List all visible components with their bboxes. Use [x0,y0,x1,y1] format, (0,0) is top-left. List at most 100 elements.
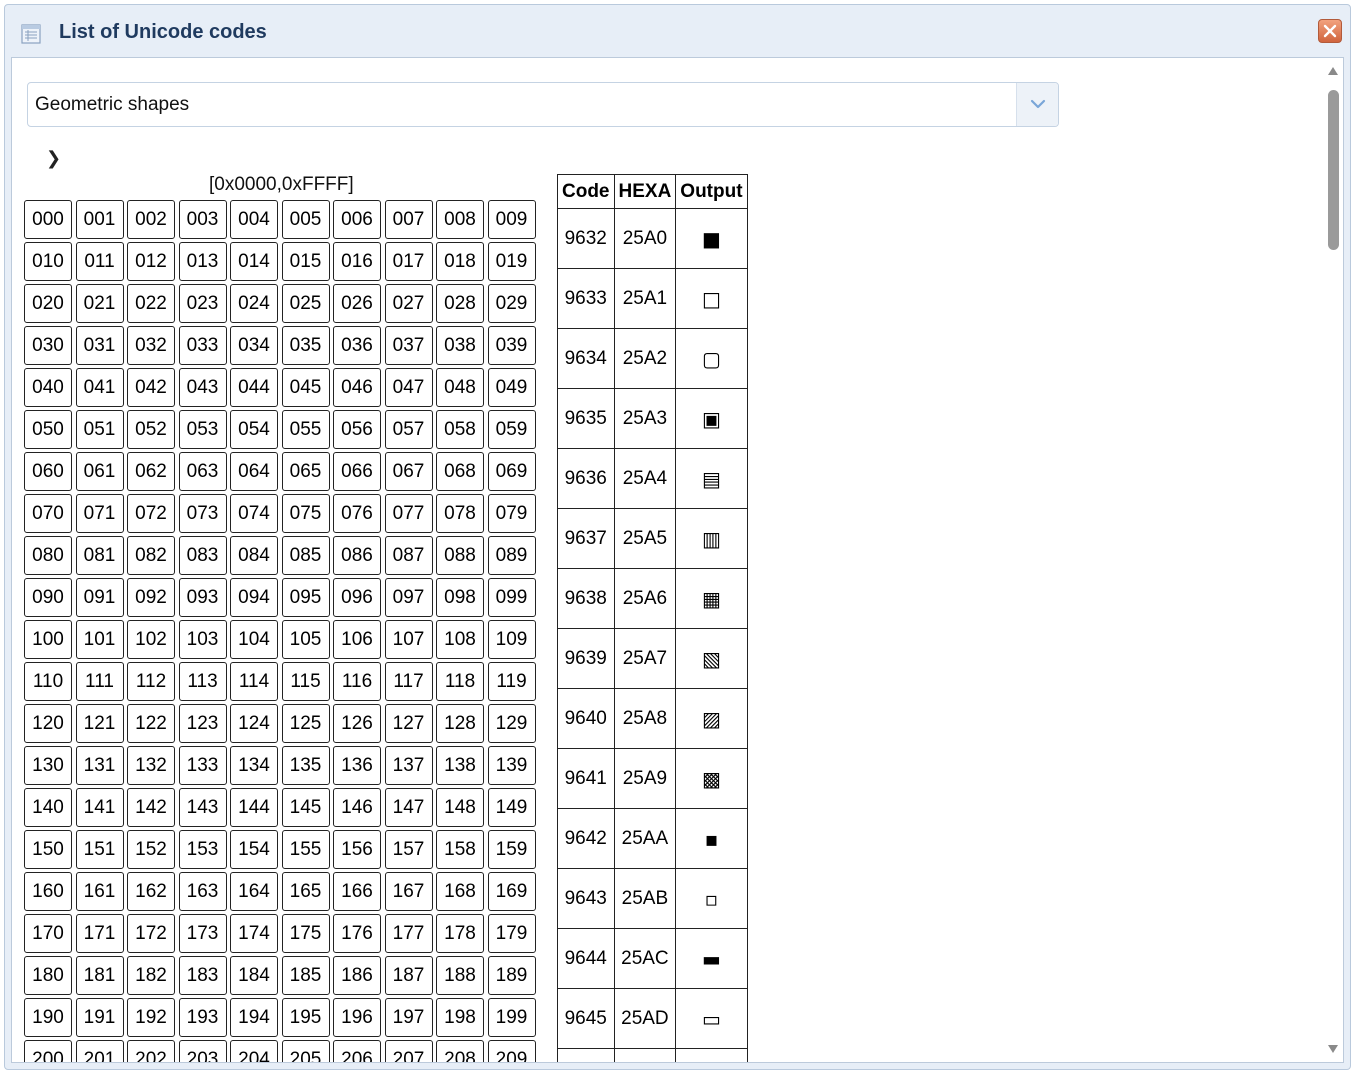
code-block-button[interactable]: 045 [281,368,330,407]
code-block-button[interactable]: 201 [75,1040,124,1062]
code-block-button[interactable]: 005 [281,200,330,239]
code-block-button[interactable]: 068 [436,452,484,491]
code-block-button[interactable]: 077 [384,494,433,533]
code-block-button[interactable]: 119 [487,662,536,701]
code-block-button[interactable]: 007 [384,200,433,239]
code-block-button[interactable]: 038 [436,326,484,365]
code-block-button[interactable]: 093 [178,578,227,617]
code-block-button[interactable]: 191 [75,998,124,1037]
code-block-button[interactable]: 088 [436,536,484,575]
code-block-button[interactable]: 026 [333,284,381,323]
code-block-button[interactable]: 056 [333,410,381,449]
code-block-button[interactable]: 162 [127,872,175,911]
code-block-button[interactable]: 000 [24,200,72,239]
code-block-button[interactable]: 073 [178,494,227,533]
code-block-button[interactable]: 101 [75,620,124,659]
code-block-button[interactable]: 039 [487,326,536,365]
code-block-button[interactable]: 107 [384,620,433,659]
code-block-button[interactable]: 040 [24,368,72,407]
code-block-button[interactable]: 200 [24,1040,72,1062]
code-block-button[interactable]: 103 [178,620,227,659]
code-block-button[interactable]: 071 [75,494,124,533]
code-block-button[interactable]: 083 [178,536,227,575]
code-block-button[interactable]: 032 [127,326,175,365]
code-block-button[interactable]: 067 [384,452,433,491]
code-block-button[interactable]: 125 [281,704,330,743]
code-block-button[interactable]: 055 [281,410,330,449]
code-block-button[interactable]: 006 [333,200,381,239]
code-block-button[interactable]: 094 [230,578,278,617]
code-block-button[interactable]: 193 [178,998,227,1037]
code-block-button[interactable]: 203 [178,1040,227,1062]
code-block-button[interactable]: 080 [24,536,72,575]
code-block-button[interactable]: 116 [333,662,381,701]
code-block-button[interactable]: 198 [436,998,484,1037]
code-block-button[interactable]: 172 [127,914,175,953]
code-block-button[interactable]: 028 [436,284,484,323]
code-block-button[interactable]: 009 [487,200,536,239]
code-block-button[interactable]: 069 [487,452,536,491]
code-block-button[interactable]: 090 [24,578,72,617]
code-block-button[interactable]: 043 [178,368,227,407]
code-block-button[interactable]: 081 [75,536,124,575]
code-block-button[interactable]: 118 [436,662,484,701]
code-block-button[interactable]: 168 [436,872,484,911]
code-block-button[interactable]: 151 [75,830,124,869]
code-block-button[interactable]: 192 [127,998,175,1037]
code-block-button[interactable]: 126 [333,704,381,743]
code-block-button[interactable]: 190 [24,998,72,1037]
code-block-button[interactable]: 160 [24,872,72,911]
code-block-button[interactable]: 207 [384,1040,433,1062]
code-block-button[interactable]: 019 [487,242,536,281]
code-block-button[interactable]: 154 [230,830,278,869]
code-block-button[interactable]: 155 [281,830,330,869]
code-block-button[interactable]: 184 [230,956,278,995]
code-block-button[interactable]: 086 [333,536,381,575]
code-block-button[interactable]: 051 [75,410,124,449]
code-block-button[interactable]: 074 [230,494,278,533]
code-block-button[interactable]: 167 [384,872,433,911]
code-block-button[interactable]: 097 [384,578,433,617]
category-select[interactable]: Geometric shapes [27,82,1059,127]
code-block-button[interactable]: 196 [333,998,381,1037]
code-block-button[interactable]: 169 [487,872,536,911]
code-block-button[interactable]: 108 [436,620,484,659]
code-block-button[interactable]: 185 [281,956,330,995]
code-block-button[interactable]: 092 [127,578,175,617]
code-block-button[interactable]: 061 [75,452,124,491]
code-block-button[interactable]: 064 [230,452,278,491]
code-block-button[interactable]: 197 [384,998,433,1037]
code-block-button[interactable]: 175 [281,914,330,953]
code-block-button[interactable]: 023 [178,284,227,323]
code-block-button[interactable]: 209 [487,1040,536,1062]
code-block-button[interactable]: 013 [178,242,227,281]
code-block-button[interactable]: 004 [230,200,278,239]
code-block-button[interactable]: 022 [127,284,175,323]
code-block-button[interactable]: 095 [281,578,330,617]
code-block-button[interactable]: 153 [178,830,227,869]
code-block-button[interactable]: 205 [281,1040,330,1062]
code-block-button[interactable]: 128 [436,704,484,743]
arrow-down-icon[interactable] [1327,1044,1339,1054]
code-block-button[interactable]: 130 [24,746,72,785]
code-block-button[interactable]: 054 [230,410,278,449]
code-block-button[interactable]: 159 [487,830,536,869]
code-block-button[interactable]: 062 [127,452,175,491]
code-block-button[interactable]: 037 [384,326,433,365]
code-block-button[interactable]: 024 [230,284,278,323]
code-block-button[interactable]: 082 [127,536,175,575]
code-block-button[interactable]: 098 [436,578,484,617]
code-block-button[interactable]: 001 [75,200,124,239]
code-block-button[interactable]: 096 [333,578,381,617]
code-block-button[interactable]: 035 [281,326,330,365]
dropdown-toggle[interactable] [1016,83,1058,126]
code-block-button[interactable]: 158 [436,830,484,869]
code-block-button[interactable]: 044 [230,368,278,407]
code-block-button[interactable]: 100 [24,620,72,659]
code-block-button[interactable]: 079 [487,494,536,533]
code-block-button[interactable]: 132 [127,746,175,785]
arrow-up-icon[interactable] [1327,66,1339,76]
code-block-button[interactable]: 030 [24,326,72,365]
code-block-button[interactable]: 129 [487,704,536,743]
code-block-button[interactable]: 156 [333,830,381,869]
